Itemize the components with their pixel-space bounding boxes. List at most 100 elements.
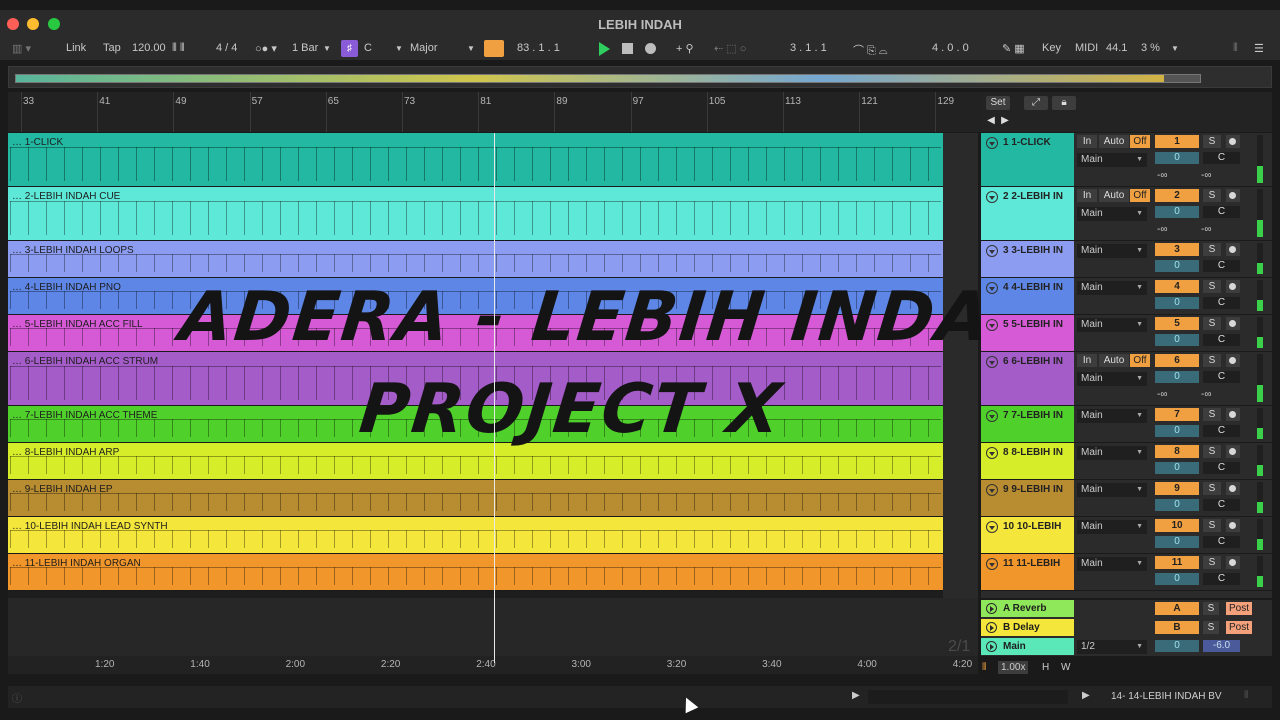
automation-icons[interactable]: ⇠ ⬚ ○ xyxy=(714,42,746,55)
solo-button[interactable]: S xyxy=(1203,602,1219,615)
solo-button[interactable]: S xyxy=(1203,317,1221,330)
h-button[interactable]: H xyxy=(1042,662,1049,673)
input-monitor-auto-button[interactable]: Auto xyxy=(1099,135,1129,148)
volume-field[interactable]: 0 xyxy=(1155,206,1199,218)
fold-icon[interactable] xyxy=(986,191,998,203)
output-routing-select[interactable]: Main xyxy=(1077,483,1147,497)
arm-button[interactable] xyxy=(1226,445,1240,458)
clip-content[interactable] xyxy=(10,201,941,235)
pan-field[interactable]: C xyxy=(1203,152,1240,164)
follow-button[interactable] xyxy=(484,40,504,57)
input-monitor-auto-button[interactable]: Auto xyxy=(1099,189,1129,202)
track-activator[interactable]: 8 xyxy=(1155,445,1199,458)
input-monitor-in-button[interactable]: In xyxy=(1077,135,1097,148)
arm-button[interactable] xyxy=(1226,482,1240,495)
pan-field[interactable]: C xyxy=(1203,260,1240,272)
pan-field[interactable]: C xyxy=(1203,536,1240,548)
track-header[interactable]: 7 7-LEBIH IN xyxy=(981,406,1074,442)
clip-content[interactable] xyxy=(10,456,941,474)
zoom-field[interactable]: 1.00x xyxy=(998,661,1029,674)
track-header[interactable]: 10 10-LEBIH xyxy=(981,517,1074,553)
track-activator[interactable]: 5 xyxy=(1155,317,1199,330)
clip-content[interactable] xyxy=(10,254,941,272)
record-button[interactable] xyxy=(645,43,656,54)
tempo-field[interactable]: 120.00 xyxy=(132,42,166,54)
pre-post-button[interactable]: Post xyxy=(1226,602,1252,615)
volume-field[interactable]: 0 xyxy=(1155,152,1199,164)
track-activator[interactable]: 6 xyxy=(1155,354,1199,367)
playhead[interactable] xyxy=(494,133,495,663)
key-select[interactable]: C xyxy=(364,42,372,54)
arrangement-track[interactable]: … 2-LEBIH INDAH CUE xyxy=(8,187,943,241)
solo-button[interactable]: S xyxy=(1203,408,1221,421)
beat-time-ruler[interactable]: 33 41 49 57 65 73 81 89 97 105 113 121 129 xyxy=(8,92,984,132)
clip-content[interactable] xyxy=(10,147,941,181)
volume-field[interactable]: 0 xyxy=(1155,499,1199,511)
return-activator[interactable]: A xyxy=(1155,602,1199,615)
waveform-icon[interactable]: ⦀ xyxy=(982,662,986,673)
main-pan-field[interactable]: -6.0 xyxy=(1203,640,1240,652)
solo-button[interactable]: S xyxy=(1203,445,1221,458)
track-header[interactable]: 1 1-CLICK xyxy=(981,133,1074,186)
arm-button[interactable] xyxy=(1226,556,1240,569)
key-icon[interactable]: ♯ xyxy=(341,40,358,57)
output-routing-select[interactable]: Main xyxy=(1077,153,1147,167)
loop-length-field[interactable]: 4 . 0 . 0 xyxy=(932,42,969,54)
lock-icon[interactable]: 🔒︎ xyxy=(1052,96,1076,110)
track-activator[interactable]: 9 xyxy=(1155,482,1199,495)
solo-button[interactable]: S xyxy=(1203,482,1221,495)
solo-button[interactable]: S xyxy=(1203,243,1221,256)
track-activator[interactable]: 3 xyxy=(1155,243,1199,256)
track-header[interactable]: 3 3-LEBIH IN xyxy=(981,241,1074,277)
arrangement-track[interactable]: … 10-LEBIH INDAH LEAD SYNTH xyxy=(8,517,943,554)
metronome-icon[interactable]: ○● ▾ xyxy=(255,42,277,55)
pan-field[interactable]: C xyxy=(1203,371,1240,383)
view-toggle-icon[interactable]: ▥ ▾ xyxy=(12,42,31,55)
volume-field[interactable]: 0 xyxy=(1155,260,1199,272)
arrangement-position-field[interactable]: 83 . 1 . 1 xyxy=(517,42,560,54)
return-header[interactable]: B Delay xyxy=(981,619,1074,636)
main-volume-field[interactable]: 0 xyxy=(1155,640,1199,652)
solo-button[interactable]: S xyxy=(1203,354,1221,367)
fold-icon[interactable] xyxy=(986,521,998,533)
menu-icon[interactable]: ☰ xyxy=(1254,42,1264,55)
output-routing-select[interactable]: Main xyxy=(1077,207,1147,221)
input-monitor-in-button[interactable]: In xyxy=(1077,189,1097,202)
solo-button[interactable]: S xyxy=(1203,135,1221,148)
output-routing-select[interactable]: Main xyxy=(1077,372,1147,386)
arrangement-track[interactable]: … 1-CLICK xyxy=(8,133,943,187)
play-selection-icon[interactable]: ▶ xyxy=(1082,690,1090,701)
arrangement-track[interactable]: … 11-LEBIH INDAH ORGAN xyxy=(8,554,943,591)
fold-icon[interactable] xyxy=(986,137,998,149)
input-monitor-in-button[interactable]: In xyxy=(1077,354,1097,367)
arm-button[interactable] xyxy=(1226,135,1240,148)
solo-button[interactable]: S xyxy=(1203,621,1219,634)
pan-field[interactable]: C xyxy=(1203,573,1240,585)
track-header[interactable]: 8 8-LEBIH IN xyxy=(981,443,1074,479)
output-routing-select[interactable]: Main xyxy=(1077,446,1147,460)
arm-button[interactable] xyxy=(1226,243,1240,256)
expand-icon[interactable]: ⤢ xyxy=(1024,96,1048,110)
volume-field[interactable]: 0 xyxy=(1155,462,1199,474)
scroll-left-icon[interactable]: ◀ xyxy=(986,114,996,128)
overdub-icon[interactable]: + ⚲ xyxy=(676,42,694,55)
overview-viewport[interactable] xyxy=(15,74,1201,83)
output-routing-select[interactable]: Main xyxy=(1077,409,1147,423)
midi-map-button[interactable]: MIDI xyxy=(1075,42,1098,54)
pan-field[interactable]: C xyxy=(1203,462,1240,474)
track-activator[interactable]: 1 xyxy=(1155,135,1199,148)
pre-post-button[interactable]: Post xyxy=(1226,621,1252,634)
pan-field[interactable]: C xyxy=(1203,499,1240,511)
link-button[interactable]: Link xyxy=(66,42,86,54)
arm-button[interactable] xyxy=(1226,280,1240,293)
scroll-right-icon[interactable]: ▶ xyxy=(1000,114,1010,128)
volume-field[interactable]: 0 xyxy=(1155,334,1199,346)
set-button[interactable]: Set xyxy=(986,96,1010,110)
track-header[interactable]: 11 11-LEBIH xyxy=(981,554,1074,590)
track-header[interactable]: 2 2-LEBIH IN xyxy=(981,187,1074,240)
arm-button[interactable] xyxy=(1226,519,1240,532)
time-signature-field[interactable]: 4 / 4 xyxy=(216,42,237,54)
w-button[interactable]: W xyxy=(1061,662,1070,673)
track-activator[interactable]: 11 xyxy=(1155,556,1199,569)
play-preview-icon[interactable]: ▶ xyxy=(852,690,860,701)
